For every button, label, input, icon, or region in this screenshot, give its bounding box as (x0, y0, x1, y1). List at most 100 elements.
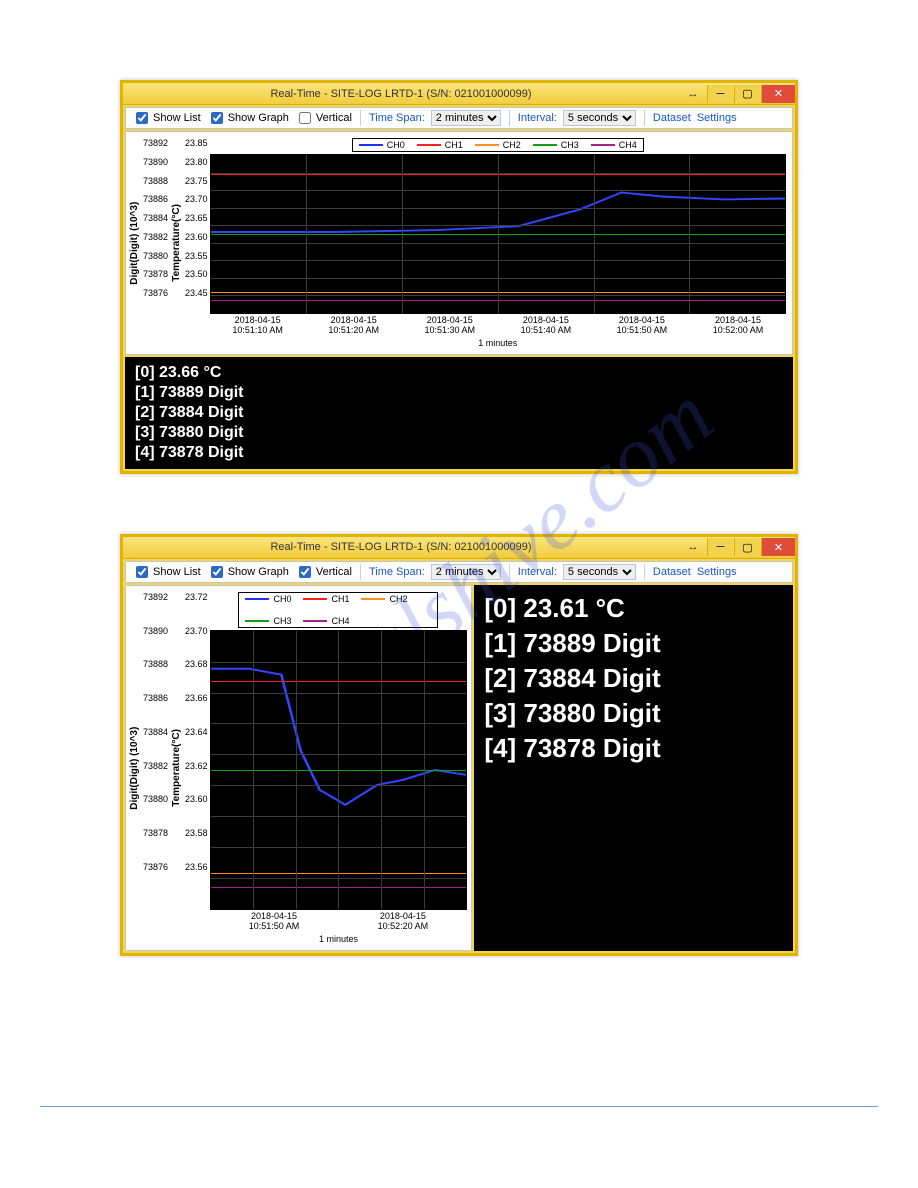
x-sublabel: 1 minutes (210, 934, 468, 944)
separator (360, 110, 361, 126)
legend-item: CH1 (417, 140, 463, 150)
settings-link[interactable]: Settings (697, 566, 737, 578)
axis-tick: 73888 (143, 659, 168, 669)
dataset-link[interactable]: Dataset (653, 112, 691, 124)
chart-plot[interactable] (210, 630, 468, 910)
axis-tick: 23.56 (185, 862, 208, 872)
axis-tick: 23.65 (185, 213, 208, 223)
axis-tick: 23.60 (185, 794, 208, 804)
close-button[interactable]: ✕ (761, 538, 795, 556)
separator (644, 564, 645, 580)
reading-row: [1] 73889 Digit (135, 383, 783, 403)
separator (509, 110, 510, 126)
interval-label: Interval: (518, 566, 557, 578)
vertical-label: Vertical (316, 566, 352, 578)
reading-row: [4] 73878 Digit (135, 443, 783, 463)
maximize-button[interactable]: ▢ (734, 538, 760, 556)
close-button[interactable]: ✕ (761, 85, 795, 103)
readings-panel: [0] 23.66 °C[1] 73889 Digit[2] 73884 Dig… (125, 357, 793, 469)
axis-tick: 73880 (143, 251, 168, 261)
interval-label: Interval: (518, 112, 557, 124)
vertical-checkbox[interactable]: Vertical (295, 563, 352, 581)
y2-ticks: 23.8523.8023.7523.7023.6523.6023.5523.50… (183, 138, 210, 298)
vertical-label: Vertical (316, 112, 352, 124)
dataset-link[interactable]: Dataset (653, 566, 691, 578)
show-list-input[interactable] (136, 566, 148, 578)
interval-select[interactable]: 5 seconds (563, 110, 636, 126)
chart-plot[interactable] (210, 154, 786, 314)
maximize-button[interactable]: ▢ (734, 85, 760, 103)
axis-tick: 73886 (143, 194, 168, 204)
separator (644, 110, 645, 126)
legend-item: CH2 (475, 140, 521, 150)
show-graph-input[interactable] (211, 566, 223, 578)
help-icon[interactable]: ↔ (680, 538, 706, 556)
chart-panel: Digit(Digit) (10^3) 73892738907388873886… (125, 131, 793, 355)
titlebar[interactable]: Real-Time - SITE-LOG LRTD-1 (S/N: 021001… (123, 537, 795, 559)
axis-tick: 73892 (143, 138, 168, 148)
axis-tick: 23.72 (185, 592, 208, 602)
axis-tick: 23.58 (185, 828, 208, 838)
reading-row: [4] 73878 Digit (484, 731, 783, 766)
legend-item: CH2 (361, 594, 407, 604)
timespan-label: Time Span: (369, 112, 425, 124)
axis-tick: 23.68 (185, 659, 208, 669)
legend-item: CH0 (245, 594, 291, 604)
titlebar[interactable]: Real-Time - SITE-LOG LRTD-1 (S/N: 021001… (123, 83, 795, 105)
reading-row: [3] 73880 Digit (484, 696, 783, 731)
vertical-input[interactable] (299, 112, 311, 124)
chart-legend: CH0CH1CH2CH3CH4 (352, 138, 644, 152)
reading-row: [3] 73880 Digit (135, 423, 783, 443)
axis-tick: 23.70 (185, 194, 208, 204)
minimize-button[interactable]: ─ (707, 85, 733, 103)
axis-tick: 73886 (143, 693, 168, 703)
show-list-checkbox[interactable]: Show List (132, 109, 201, 127)
timespan-select[interactable]: 2 minutes (431, 564, 501, 580)
y1-axis-label: Digit(Digit) (10^3) (128, 592, 141, 944)
minimize-button[interactable]: ─ (707, 538, 733, 556)
legend-item: CH1 (303, 594, 349, 604)
toolbar: Show List Show Graph Vertical Time Span:… (125, 107, 793, 129)
show-graph-checkbox[interactable]: Show Graph (207, 109, 289, 127)
y1-axis-label: Digit(Digit) (10^3) (128, 138, 141, 348)
reading-row: [1] 73889 Digit (484, 626, 783, 661)
separator (509, 564, 510, 580)
help-icon[interactable]: ↔ (680, 85, 706, 103)
vertical-input[interactable] (299, 566, 311, 578)
show-graph-input[interactable] (211, 112, 223, 124)
reading-row: [0] 23.66 °C (135, 363, 783, 383)
axis-tick: 73884 (143, 213, 168, 223)
reading-row: [2] 73884 Digit (484, 661, 783, 696)
axis-tick: 23.55 (185, 251, 208, 261)
axis-tick: 73880 (143, 794, 168, 804)
axis-tick: 23.70 (185, 626, 208, 636)
settings-link[interactable]: Settings (697, 112, 737, 124)
interval-select[interactable]: 5 seconds (563, 564, 636, 580)
axis-tick: 73890 (143, 157, 168, 167)
axis-tick: 73890 (143, 626, 168, 636)
axis-tick: 2018-04-1510:52:00 AM (690, 316, 786, 336)
axis-tick: 23.66 (185, 693, 208, 703)
show-list-input[interactable] (136, 112, 148, 124)
show-list-label: Show List (153, 566, 201, 578)
show-graph-checkbox[interactable]: Show Graph (207, 563, 289, 581)
x-ticks: 2018-04-1510:51:10 AM2018-04-1510:51:20 … (210, 316, 786, 336)
show-list-checkbox[interactable]: Show List (132, 563, 201, 581)
y1-ticks: 7389273890738887388673884738827388073878… (141, 138, 170, 298)
y2-axis-label: Temperature(°C) (170, 138, 183, 348)
show-list-label: Show List (153, 112, 201, 124)
legend-item: CH3 (245, 616, 291, 626)
axis-tick: 2018-04-1510:51:50 AM (594, 316, 690, 336)
separator (360, 564, 361, 580)
axis-tick: 23.60 (185, 232, 208, 242)
legend-item: CH3 (533, 140, 579, 150)
timespan-select[interactable]: 2 minutes (431, 110, 501, 126)
vertical-checkbox[interactable]: Vertical (295, 109, 352, 127)
x-sublabel: 1 minutes (210, 338, 786, 348)
window-title: Real-Time - SITE-LOG LRTD-1 (S/N: 021001… (123, 541, 679, 553)
y2-axis-label: Temperature(°C) (170, 592, 183, 944)
axis-tick: 23.64 (185, 727, 208, 737)
readings-panel: [0] 23.61 °C[1] 73889 Digit[2] 73884 Dig… (474, 585, 793, 772)
axis-tick: 73876 (143, 288, 168, 298)
axis-tick: 23.50 (185, 269, 208, 279)
